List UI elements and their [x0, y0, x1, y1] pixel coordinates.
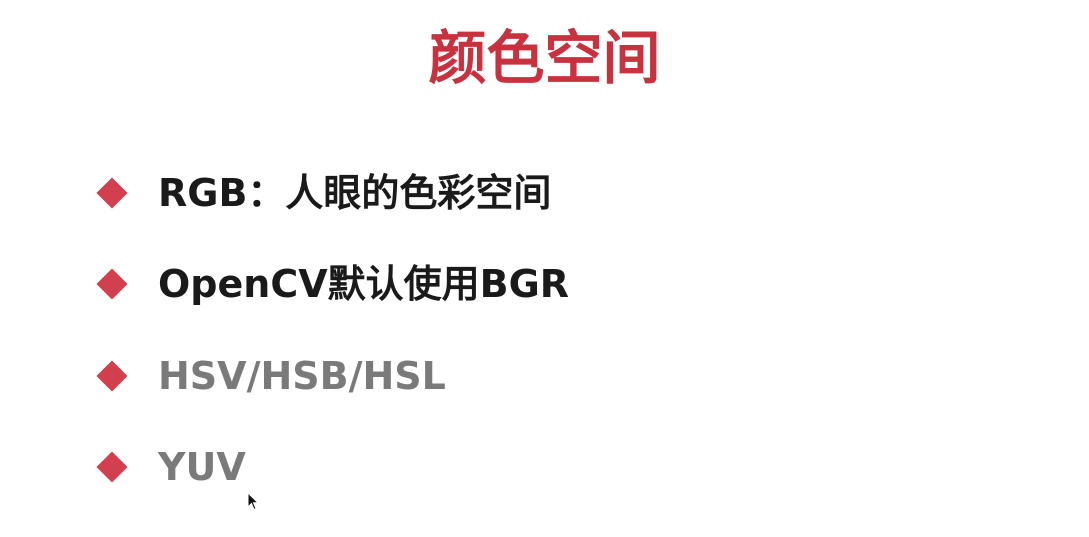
bullet-item-hsv: HSV/HSB/HSL: [95, 351, 446, 401]
diamond-bullet-icon: [96, 451, 128, 483]
bullet-text-rgb: RGB：人眼的色彩空间: [158, 171, 552, 215]
slide: 颜色空间 RGB：人眼的色彩空间 OpenCV默认使用BGR HSV/HSB/H…: [0, 0, 1089, 537]
diamond-bullet-icon: [96, 360, 128, 392]
bullet-item-rgb: RGB：人眼的色彩空间: [95, 168, 551, 218]
bullet-text-hsv: HSV/HSB/HSL: [158, 354, 446, 398]
bullet-list: RGB：人眼的色彩空间 OpenCV默认使用BGR HSV/HSB/HSL YU…: [0, 0, 1089, 537]
diamond-bullet-icon: [96, 268, 128, 300]
diamond-bullet-icon: [96, 177, 128, 209]
bullet-item-yuv: YUV: [95, 442, 246, 492]
mouse-cursor-icon: [247, 492, 259, 511]
bullet-text-opencv: OpenCV默认使用BGR: [158, 262, 570, 306]
bullet-text-yuv: YUV: [158, 445, 246, 489]
bullet-item-opencv: OpenCV默认使用BGR: [95, 259, 569, 309]
